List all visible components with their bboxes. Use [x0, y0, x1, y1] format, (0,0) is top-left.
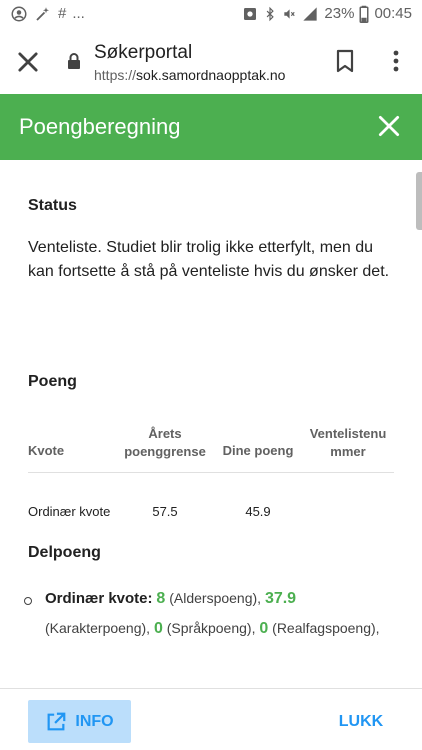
status-heading: Status — [28, 197, 77, 214]
sprakpoeng-value: 0 — [153, 620, 163, 637]
info-button[interactable]: INFO — [28, 700, 131, 743]
browser-page-title: Søkerportal — [94, 42, 193, 63]
status-text: Venteliste. Studiet blir trolig ikke ett… — [28, 239, 390, 280]
browser-toolbar: Søkerportal https://sok.samordnaopptak.n… — [0, 28, 422, 94]
info-button-label: INFO — [75, 712, 114, 730]
table-divider — [28, 472, 394, 473]
delpoeng-line-2: (Karakterpoeng), 0 (Språkpoeng), 0 (Real… — [45, 620, 380, 638]
close-dialog-icon[interactable] — [376, 113, 402, 139]
url-scheme: https:// — [94, 67, 137, 83]
delpoeng-label: Ordinær kvote: — [45, 590, 153, 607]
table-cell-dine-poeng: 45.9 — [245, 504, 271, 519]
close-button-label: LUKK — [338, 712, 384, 730]
realfagspoeng-label: (Realfagspoeng), — [268, 620, 380, 636]
overflow-menu-icon[interactable] — [386, 48, 406, 74]
column-header-arets-poenggrense: Årets poenggrense — [124, 426, 206, 459]
delpoeng-heading: Delpoeng — [28, 544, 101, 561]
account-circle-icon — [11, 6, 27, 22]
alderspoeng-label: (Alderspoeng), — [165, 590, 265, 606]
column-header-ventelistenummer: Ventelistenu mmer — [309, 426, 387, 459]
battery-icon — [359, 5, 369, 23]
photo-icon — [244, 8, 257, 20]
karakterpoeng-value: 37.9 — [264, 590, 297, 607]
battery-percent: 23% — [324, 5, 355, 22]
bookmark-icon[interactable] — [334, 48, 356, 74]
signal-icon — [303, 7, 318, 21]
table-cell-kvote: Ordinær kvote — [28, 504, 111, 519]
dialog-header: Poengberegning — [0, 94, 422, 160]
close-tab-icon[interactable] — [14, 48, 42, 76]
table-cell-arets-poenggrense: 57.5 — [152, 504, 178, 519]
dialog-content: Status Venteliste. Studiet blir trolig i… — [0, 160, 422, 688]
alderspoeng-value: 8 — [156, 590, 166, 607]
dialog-footer: INFO LUKK — [0, 688, 422, 750]
poeng-heading: Poeng — [28, 373, 77, 390]
list-bullet-icon — [24, 597, 32, 605]
mute-icon — [284, 9, 296, 19]
column-header-kvote: Kvote — [28, 443, 65, 458]
hashtag-icon: # — [58, 5, 67, 22]
lock-icon — [68, 53, 80, 69]
sprakpoeng-label: (Språkpoeng), — [162, 620, 260, 636]
close-button[interactable]: LUKK — [330, 700, 392, 743]
open-in-new-icon — [47, 712, 66, 730]
status-more-text: ... — [72, 5, 85, 22]
system-status-bar: # ... 23% 00:45 — [0, 0, 422, 28]
realfagspoeng-value: 0 — [259, 620, 269, 637]
wand-icon — [36, 7, 49, 21]
dialog-title: Poengberegning — [19, 114, 181, 139]
url-host: sok.samordnaopptak.no — [136, 67, 286, 83]
bluetooth-icon — [267, 6, 275, 22]
karakterpoeng-label: (Karakterpoeng), — [45, 620, 154, 636]
browser-url[interactable]: https://sok.samordnaopptak.no — [94, 67, 285, 83]
clock-time: 00:45 — [374, 5, 412, 22]
scrollbar-thumb[interactable] — [416, 172, 422, 230]
column-header-dine-poeng: Dine poeng — [222, 443, 294, 458]
delpoeng-line-1: Ordinær kvote: 8 (Alderspoeng), 37.9 — [45, 590, 296, 608]
